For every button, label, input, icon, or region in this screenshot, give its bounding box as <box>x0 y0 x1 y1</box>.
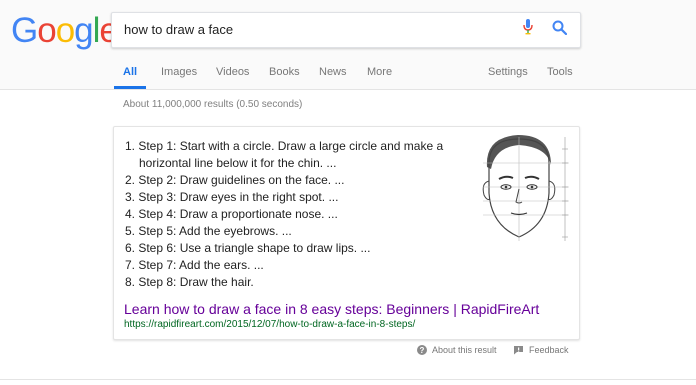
logo-letter: G <box>11 11 38 50</box>
search-results-page: Google how to draw a face All Images Vid… <box>0 0 696 385</box>
search-icon[interactable] <box>552 20 567 35</box>
tab-more[interactable]: More <box>367 66 392 78</box>
logo-letter: g <box>74 11 93 50</box>
tab-images[interactable]: Images <box>161 66 197 78</box>
tab-settings[interactable]: Settings <box>488 66 528 78</box>
list-item: 8. Step 8: Draw the hair. <box>125 275 254 289</box>
bottom-divider <box>0 379 696 380</box>
about-this-result-label: About this result <box>432 345 497 355</box>
list-item: 1. Step 1: Start with a circle. Draw a l… <box>125 139 444 170</box>
list-item: 6. Step 6: Use a triangle shape to draw … <box>125 241 371 255</box>
feedback-icon <box>514 346 523 355</box>
tab-all[interactable]: All <box>123 66 137 78</box>
help-icon: ? <box>417 345 427 355</box>
result-title-link[interactable]: Learn how to draw a face in 8 easy steps… <box>124 301 539 317</box>
list-item: 7. Step 7: Add the ears. ... <box>125 258 264 272</box>
svg-text:?: ? <box>420 346 425 355</box>
steps-list: 1. Step 1: Start with a circle. Draw a l… <box>125 138 455 291</box>
logo-letter: o <box>55 11 75 50</box>
list-item: 3. Step 3: Draw eyes in the right spot. … <box>125 190 339 204</box>
tab-videos[interactable]: Videos <box>216 66 249 78</box>
tab-news[interactable]: News <box>319 66 347 78</box>
list-item: 4. Step 4: Draw a proportionate nose. ..… <box>125 207 338 221</box>
feedback-label: Feedback <box>529 345 569 355</box>
face-drawing-image[interactable] <box>473 129 578 249</box>
about-this-result-link[interactable]: ? About this result <box>417 345 497 355</box>
mic-icon[interactable] <box>523 19 533 35</box>
list-item: 5. Step 5: Add the eyebrows. ... <box>125 224 292 238</box>
tab-books[interactable]: Books <box>269 66 300 78</box>
active-tab-underline <box>114 86 146 89</box>
list-item: 2. Step 2: Draw guidelines on the face. … <box>125 173 345 187</box>
search-query-text[interactable]: how to draw a face <box>124 22 233 37</box>
result-url: https://rapidfireart.com/2015/12/07/how-… <box>124 319 416 330</box>
result-stats: About 11,000,000 results (0.50 seconds) <box>123 99 303 110</box>
google-logo[interactable]: Google <box>11 11 119 51</box>
logo-letter: l <box>92 11 101 50</box>
search-input[interactable]: how to draw a face <box>111 12 581 48</box>
logo-letter: o <box>37 11 56 50</box>
feedback-link[interactable]: Feedback <box>513 345 569 355</box>
tab-tools[interactable]: Tools <box>547 66 573 78</box>
